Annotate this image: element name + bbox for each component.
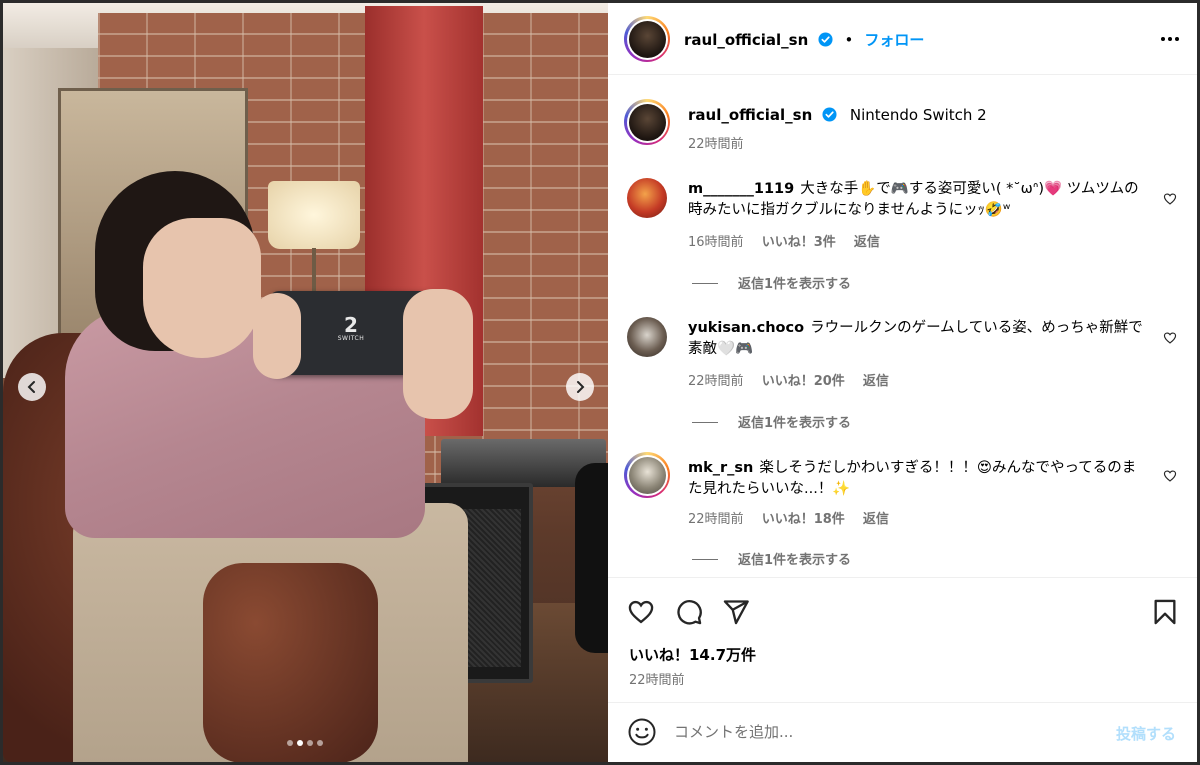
comment-meta: 16時間前 いいね！3件 返信 [688, 231, 894, 250]
carousel-dots [287, 740, 323, 746]
caption-line: raul_official_sn Nintendo Switch 2 [688, 106, 987, 124]
chevron-right-icon [577, 381, 585, 393]
caption-text: Nintendo Switch 2 [849, 106, 987, 124]
header-author-line: raul_official_sn • フォロー [684, 29, 924, 50]
comment-item: mk_r_sn 楽しそうだしかわいすぎる！！！😍みんなでやってるのまた見れたらいい… [608, 452, 1197, 572]
carousel-dot[interactable] [317, 740, 323, 746]
carousel-dot[interactable] [287, 740, 293, 746]
commenter-avatar[interactable] [627, 178, 667, 218]
bookmark-icon[interactable] [1151, 598, 1179, 626]
commenter-avatar[interactable] [627, 317, 667, 357]
commenter-username[interactable]: yukisan.choco [688, 320, 804, 336]
reply-button[interactable]: 返信 [863, 512, 889, 527]
author-avatar[interactable] [624, 16, 670, 62]
commenter-username[interactable]: m_______1119 [688, 181, 794, 197]
photo-console-logo: 2 SWITCH [325, 315, 377, 349]
carousel-next-button[interactable] [566, 373, 594, 401]
author-avatar-image [628, 20, 666, 58]
caption-username[interactable]: raul_official_sn [688, 106, 812, 124]
comment-body: mk_r_sn 楽しそうだしかわいすぎる！！！😍みんなでやってるのまた見れたらいい… [688, 458, 1148, 500]
comment-body: yukisan.choco ラウールクンのゲームしている姿、めっちゃ新鮮で素敵🤍🎮 [688, 318, 1148, 360]
caption-avatar[interactable] [624, 99, 670, 145]
heart-icon[interactable] [627, 598, 655, 626]
heart-icon[interactable] [1163, 331, 1177, 345]
view-replies-label: 返信1件を表示する [738, 553, 852, 568]
photo-right-hand [403, 289, 473, 419]
add-comment-bar: 投稿する [608, 702, 1197, 762]
photo-person-face [143, 218, 261, 358]
console-logo-number: 2 [344, 313, 358, 337]
comment-meta: 22時間前 いいね！18件 返信 [688, 508, 903, 527]
post-photo[interactable]: 2 SWITCH [3, 3, 608, 762]
comment-item: yukisan.choco ラウールクンのゲームしている姿、めっちゃ新鮮で素敵🤍🎮… [608, 317, 1197, 437]
photo-sofa-arm [203, 563, 378, 762]
share-icon[interactable] [722, 598, 750, 626]
carousel-dot[interactable] [307, 740, 313, 746]
replies-dash [692, 422, 718, 423]
caption-time: 22時間前 [688, 137, 744, 152]
comment-input[interactable] [674, 717, 1084, 747]
view-replies-button[interactable]: 返信1件を表示する [692, 273, 851, 292]
carousel-prev-button[interactable] [18, 373, 46, 401]
photo-guitar [575, 463, 608, 653]
replies-dash [692, 559, 718, 560]
photo-left-hand [253, 293, 301, 379]
author-username[interactable]: raul_official_sn [684, 31, 808, 49]
post-likes-count[interactable]: いいね！14.7万件 [629, 644, 756, 665]
view-replies-button[interactable]: 返信1件を表示する [692, 412, 851, 431]
post-side-panel: raul_official_sn • フォロー raul_official_sn… [608, 3, 1197, 762]
comment-text: 楽しそうだしかわいすぎる！！！😍みんなでやってるのまた見れたらいいな...！✨ [688, 460, 1137, 497]
verified-badge-icon [822, 107, 837, 122]
comment-item: m_______1119 大きな手✋で🎮する姿可愛い( *˘ωᐢ)💗 ツムツムの時… [608, 178, 1197, 298]
view-replies-label: 返信1件を表示する [738, 416, 852, 431]
commenter-username[interactable]: mk_r_sn [688, 460, 753, 476]
comment-time: 22時間前 [688, 374, 744, 389]
comment-icon[interactable] [675, 598, 703, 626]
comment-time: 16時間前 [688, 235, 744, 250]
post-time: 22時間前 [629, 673, 685, 688]
comment-likes[interactable]: いいね！20件 [762, 374, 845, 389]
header-separator: • [844, 31, 854, 49]
post-header: raul_official_sn • フォロー [608, 3, 1197, 75]
console-logo-text: SWITCH [337, 335, 365, 342]
verified-badge-icon [818, 32, 833, 47]
commenter-avatar-image [628, 456, 666, 494]
follow-button[interactable]: フォロー [864, 31, 924, 49]
view-replies-button[interactable]: 返信1件を表示する [692, 549, 851, 568]
chevron-left-icon [27, 381, 35, 393]
comment-meta: 22時間前 いいね！20件 返信 [688, 370, 903, 389]
carousel-dot-active[interactable] [297, 740, 303, 746]
reply-button[interactable]: 返信 [854, 235, 880, 250]
comment-time: 22時間前 [688, 512, 744, 527]
photo-lamp [268, 181, 360, 249]
replies-dash [692, 283, 718, 284]
heart-icon[interactable] [1163, 192, 1177, 206]
heart-icon[interactable] [1163, 469, 1177, 483]
reply-button[interactable]: 返信 [863, 374, 889, 389]
more-options-icon[interactable] [1157, 27, 1183, 51]
commenter-avatar[interactable] [624, 452, 670, 498]
view-replies-label: 返信1件を表示する [738, 277, 852, 292]
comment-likes[interactable]: いいね！3件 [762, 235, 836, 250]
comment-likes[interactable]: いいね！18件 [762, 512, 845, 527]
post-actions: いいね！14.7万件 22時間前 [608, 577, 1197, 702]
caption-avatar-image [628, 103, 666, 141]
comment-body: m_______1119 大きな手✋で🎮する姿可愛い( *˘ωᐢ)💗 ツムツムの時… [688, 179, 1148, 221]
post-comment-button[interactable]: 投稿する [1116, 723, 1176, 744]
emoji-icon[interactable] [627, 717, 657, 747]
post-caption: raul_official_sn Nintendo Switch 2 22時間前 [608, 99, 1197, 159]
